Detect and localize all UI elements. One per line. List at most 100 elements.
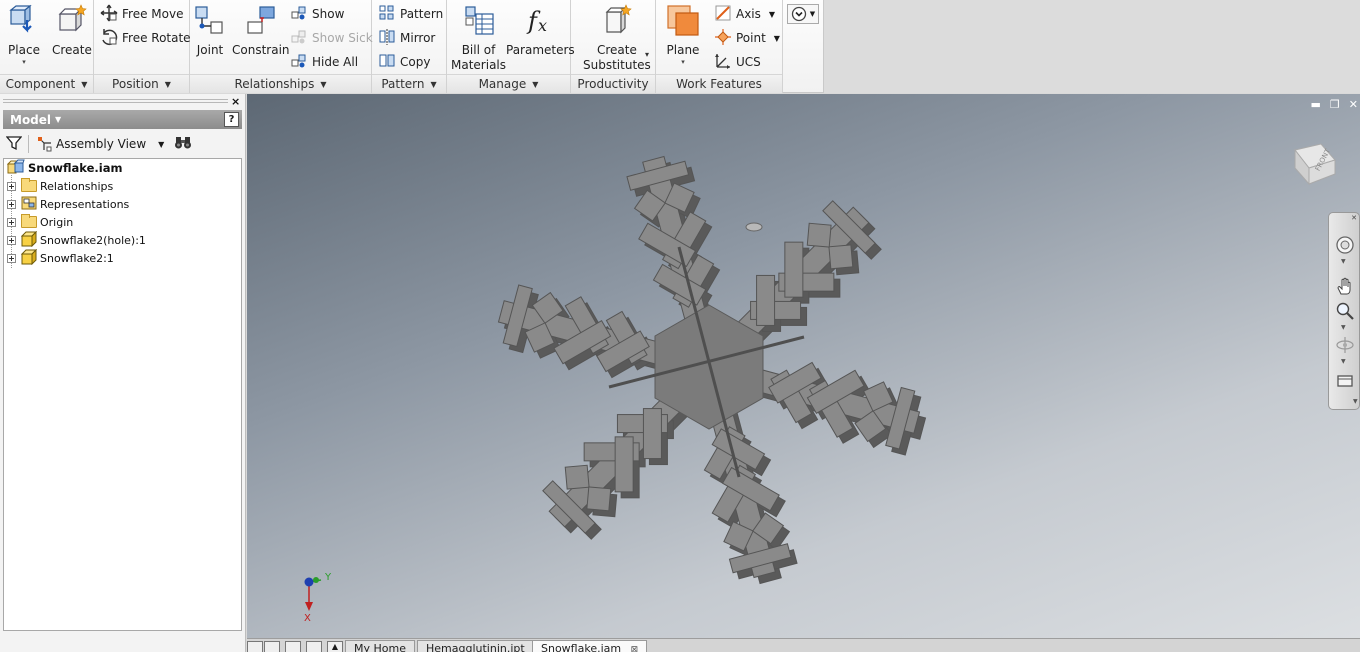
chevron-down-icon[interactable]: ▼	[1341, 324, 1346, 331]
productivity-panel: Create Substitutes ▾ Productivity	[571, 0, 656, 93]
folder-icon	[21, 178, 37, 192]
pattern-button[interactable]: Pattern	[378, 4, 443, 24]
axis-dropdown-icon: ▼	[768, 9, 776, 19]
pattern-icon	[378, 4, 396, 25]
copy-button[interactable]: Copy	[378, 52, 430, 72]
find-binoculars-icon[interactable]	[174, 135, 192, 154]
create-substitutes-dropdown-icon[interactable]: ▾	[645, 50, 649, 59]
filter-icon[interactable]	[5, 135, 23, 154]
joint-icon	[194, 4, 226, 39]
tree-item-snowflake2-hole[interactable]: Snowflake2(hole):1	[4, 230, 146, 249]
tree-item-representations[interactable]: Representations	[4, 195, 129, 213]
productivity-panel-footer[interactable]: Productivity	[571, 74, 655, 93]
component-panel-footer[interactable]: Component ▼	[0, 74, 93, 93]
ucs-button[interactable]: UCS	[714, 52, 761, 72]
work-features-panel-footer[interactable]: Work Features	[656, 74, 782, 93]
tree-item-origin[interactable]: Origin	[4, 213, 73, 231]
model-title-bar[interactable]: Model ▼ ?	[3, 110, 242, 129]
tab-hemagglutinin[interactable]: Hemagglutinin.ipt	[417, 640, 534, 652]
quick-options-button[interactable]: ▼	[787, 4, 819, 24]
fx-icon: f x	[524, 4, 556, 39]
expand-icon[interactable]	[7, 181, 16, 191]
pattern-panel-footer[interactable]: Pattern ▼	[372, 74, 446, 93]
orbit-icon[interactable]	[1335, 335, 1355, 355]
chevron-down-icon[interactable]: ▼	[1341, 258, 1346, 265]
create-substitutes-line-2: Substitutes	[583, 58, 651, 72]
tree-item-relationships[interactable]: Relationships	[4, 177, 113, 195]
constrain-button[interactable]: Constrain	[232, 4, 290, 58]
parameters-button[interactable]: f x Parameters	[506, 4, 575, 58]
tab-label: Hemagglutinin.ipt	[426, 642, 525, 652]
pattern-panel-title: Pattern	[381, 77, 425, 91]
pan-hand-icon[interactable]	[1335, 277, 1355, 297]
expand-icon[interactable]	[7, 217, 16, 227]
chevron-down-icon[interactable]: ▼	[1341, 358, 1346, 365]
view-face-icon[interactable]	[1335, 371, 1355, 391]
assembly-view-dropdown[interactable]: Assembly View ▼	[37, 136, 164, 152]
bill-of-materials-label: Bill of Materials	[451, 43, 506, 73]
copy-icon	[378, 52, 396, 73]
relationships-panel: Joint Constrain Show Show Sick Hide All …	[190, 0, 373, 93]
snowflake-model[interactable]	[497, 122, 927, 592]
expand-icon[interactable]	[7, 199, 16, 209]
tile-icon[interactable]	[247, 641, 263, 652]
minimize-icon[interactable]: ▬	[1311, 99, 1321, 111]
joint-button[interactable]: Joint	[194, 4, 226, 58]
point-icon	[714, 28, 732, 49]
tile-vertical-icon[interactable]	[306, 641, 322, 652]
pattern-panel: Pattern Mirror Copy Pattern ▼	[372, 0, 447, 93]
create-substitutes-label: Create Substitutes	[583, 43, 651, 73]
tab-label: My Home	[354, 642, 406, 652]
relationships-panel-footer[interactable]: Relationships ▼	[190, 74, 371, 93]
expand-icon[interactable]	[7, 235, 16, 245]
position-panel-footer[interactable]: Position ▼	[94, 74, 189, 93]
close-icon[interactable]: ✕	[1349, 99, 1358, 111]
point-label: Point	[736, 31, 766, 45]
triad-x-label: X	[304, 613, 311, 624]
navbar-close-icon[interactable]: ✕	[1351, 214, 1357, 222]
plane-button[interactable]: Plane ▾	[666, 4, 700, 66]
chevron-up-icon[interactable]: ▲	[327, 641, 343, 652]
create-button[interactable]: Create	[52, 4, 92, 58]
tile-horizontal-icon[interactable]	[285, 641, 301, 652]
show-sick-icon	[290, 28, 308, 49]
constrain-label: Constrain	[232, 43, 290, 57]
free-rotate-button[interactable]: Free Rotate	[100, 28, 191, 48]
graphics-viewport[interactable]: ▬ ❐ ✕ FRONT ✕ ▼ ▼ ▼ ▼ Y X	[247, 94, 1360, 638]
steering-wheel-icon[interactable]	[1335, 235, 1355, 255]
tree-item-snowflake2[interactable]: Snowflake2:1	[4, 248, 114, 267]
expand-icon[interactable]	[7, 253, 16, 263]
model-browser: × Model ▼ ? Assembly View ▼ Snowflake.ia…	[0, 94, 246, 652]
bill-of-materials-icon	[463, 4, 495, 39]
place-button[interactable]: Place ▾	[8, 4, 40, 66]
show-button[interactable]: Show	[290, 4, 344, 24]
tab-snowflake[interactable]: Snowflake.iam ⊠	[532, 640, 648, 652]
restore-icon[interactable]: ❐	[1330, 99, 1340, 111]
point-button[interactable]: Point ▼	[714, 28, 780, 48]
mirror-button[interactable]: Mirror	[378, 28, 435, 48]
viewcube[interactable]: FRONT	[1289, 142, 1337, 186]
browser-grip[interactable]	[3, 99, 228, 103]
manage-panel: Bill of Materials f x Parameters Manage …	[447, 0, 575, 93]
tree-root-assembly[interactable]: Snowflake.iam	[4, 159, 122, 177]
chevron-down-icon[interactable]: ▼	[1353, 398, 1358, 405]
hide-all-label: Hide All	[312, 55, 359, 69]
hide-all-button[interactable]: Hide All	[290, 52, 358, 72]
free-move-button[interactable]: Free Move	[100, 4, 183, 24]
tab-close-icon[interactable]: ⊠	[631, 645, 639, 652]
cascade-icon[interactable]	[264, 641, 280, 652]
axis-button[interactable]: Axis ▼	[714, 4, 775, 24]
axis-label: Axis	[736, 7, 761, 21]
zoom-icon[interactable]	[1335, 301, 1355, 321]
help-icon[interactable]: ?	[224, 112, 239, 127]
bill-of-materials-button[interactable]: Bill of Materials	[451, 4, 506, 73]
assembly-view-icon	[38, 137, 52, 152]
create-substitutes-button[interactable]: Create Substitutes	[583, 4, 651, 73]
chevron-down-icon: ▼	[81, 79, 88, 89]
browser-close-icon[interactable]: ×	[231, 95, 240, 108]
place-label: Place	[8, 43, 40, 57]
manage-panel-footer[interactable]: Manage ▼	[447, 74, 570, 93]
show-sick-button[interactable]: Show Sick	[290, 28, 373, 48]
tab-my-home[interactable]: My Home	[345, 640, 415, 652]
viewport-window-controls: ▬ ❐ ✕	[1311, 99, 1359, 111]
